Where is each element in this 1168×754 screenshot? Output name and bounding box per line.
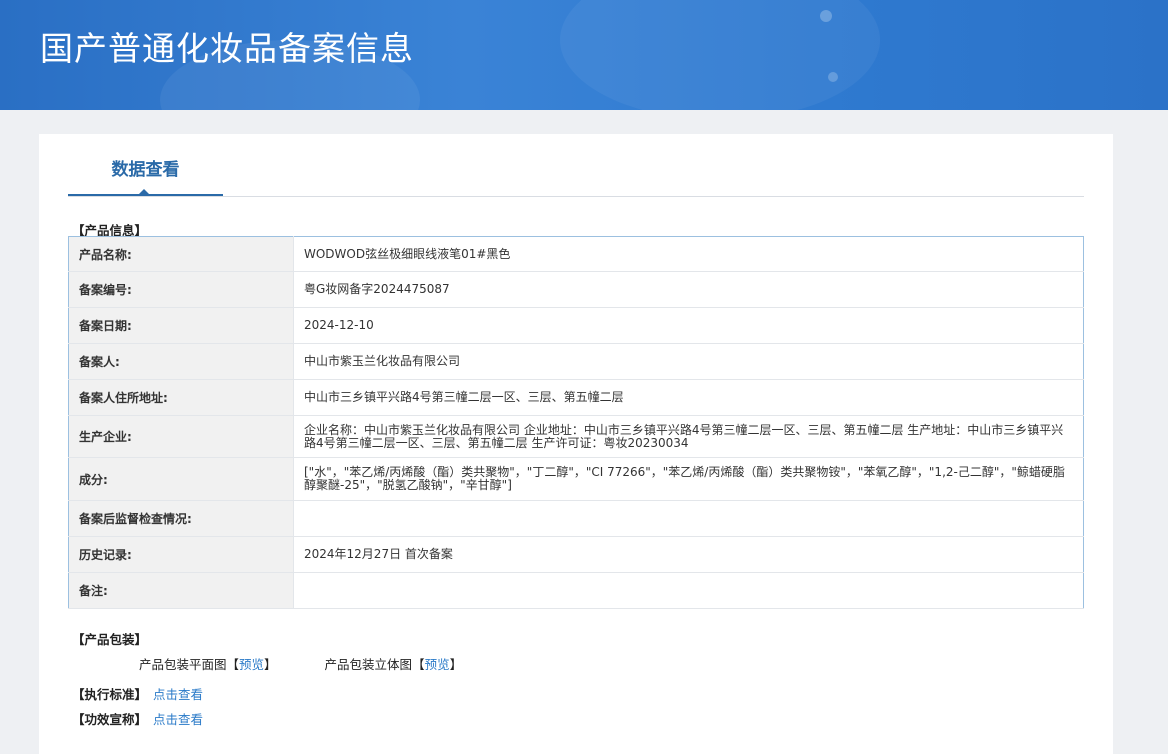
tab-data-view[interactable]: 数据查看 — [68, 134, 223, 196]
table-row: 历史记录: 2024年12月27日 首次备案 — [68, 536, 1084, 573]
efficacy-view-link[interactable]: 点击查看 — [153, 712, 203, 727]
table-row: 备案人: 中山市紫玉兰化妆品有限公司 — [68, 343, 1084, 380]
banner-decoration — [560, 0, 880, 110]
product-info-table: 产品名称: WODWOD弦丝极细眼线液笔01#黑色 备案编号: 粤G妆网备字20… — [68, 236, 1084, 609]
row-key: 备案日期: — [68, 307, 294, 344]
row-value: 粤G妆网备字2024475087 — [293, 271, 1084, 308]
packaging-links: 产品包装平面图【预览】 产品包装立体图【预览】 — [139, 654, 506, 673]
efficacy-row: 【功效宣称】 点击查看 — [72, 709, 203, 728]
row-value: WODWOD弦丝极细眼线液笔01#黑色 — [293, 236, 1084, 272]
bracket-close: 】 — [449, 657, 463, 672]
packaging-solid-label: 产品包装立体图 — [324, 657, 413, 672]
efficacy-label: 【功效宣称】 — [72, 712, 148, 727]
row-key: 生产企业: — [68, 415, 294, 458]
standard-row: 【执行标准】 点击查看 — [72, 684, 203, 703]
row-key: 成分: — [68, 457, 294, 501]
packaging-solid-item: 产品包装立体图【预览】 — [325, 657, 463, 672]
row-key: 产品名称: — [68, 236, 294, 272]
table-row: 成分: ["水"，"苯乙烯/丙烯酸（酯）类共聚物"，"丁二醇"，"CI 7726… — [68, 457, 1084, 501]
row-key: 备案人: — [68, 343, 294, 380]
standard-view-link[interactable]: 点击查看 — [153, 687, 203, 702]
row-value — [293, 500, 1084, 537]
row-key: 备案人住所地址: — [68, 379, 294, 416]
table-row: 备注: — [68, 572, 1084, 609]
row-value — [293, 572, 1084, 609]
packaging-heading: 【产品包装】 — [72, 632, 148, 647]
row-value: 2024-12-10 — [293, 307, 1084, 344]
packaging-flat-label: 产品包装平面图 — [139, 657, 227, 672]
row-key: 备案后监督检查情况: — [68, 500, 294, 537]
packaging-flat-item: 产品包装平面图【预览】 — [139, 657, 281, 672]
tab-data-view-label: 数据查看 — [111, 160, 180, 180]
bracket-open: 【 — [226, 657, 240, 672]
row-key: 备案编号: — [68, 271, 294, 308]
table-row: 生产企业: 企业名称：中山市紫玉兰化妆品有限公司 企业地址：中山市三乡镇平兴路4… — [68, 415, 1084, 458]
row-value: ["水"，"苯乙烯/丙烯酸（酯）类共聚物"，"丁二醇"，"CI 77266"，"… — [293, 457, 1084, 501]
bracket-close: 】 — [264, 657, 277, 672]
header-banner: 国产普通化妆品备案信息 — [0, 0, 1168, 110]
row-value: 2024年12月27日 首次备案 — [293, 536, 1084, 573]
banner-dot — [828, 72, 838, 82]
banner-dot — [820, 10, 832, 22]
standard-label: 【执行标准】 — [72, 687, 148, 702]
row-value: 企业名称：中山市紫玉兰化妆品有限公司 企业地址：中山市三乡镇平兴路4号第三幢二层… — [293, 415, 1084, 458]
content-card: 数据查看 【产品信息】 产品名称: WODWOD弦丝极细眼线液笔01#黑色 备案… — [39, 134, 1113, 754]
bracket-open: 【 — [412, 657, 425, 672]
table-row: 备案人住所地址: 中山市三乡镇平兴路4号第三幢二层一区、三层、第五幢二层 — [68, 379, 1084, 416]
table-row: 备案编号: 粤G妆网备字2024475087 — [68, 271, 1084, 308]
row-key: 备注: — [68, 572, 294, 609]
packaging-solid-preview-link[interactable]: 预览 — [425, 657, 450, 672]
row-value: 中山市三乡镇平兴路4号第三幢二层一区、三层、第五幢二层 — [293, 379, 1084, 416]
packaging-flat-preview-link[interactable]: 预览 — [239, 657, 264, 672]
page-title: 国产普通化妆品备案信息 — [40, 29, 414, 68]
row-key: 历史记录: — [68, 536, 294, 573]
table-row: 产品名称: WODWOD弦丝极细眼线液笔01#黑色 — [68, 236, 1084, 272]
tab-bar: 数据查看 — [68, 134, 1084, 197]
row-value: 中山市紫玉兰化妆品有限公司 — [293, 343, 1084, 380]
tab-caret-icon — [138, 189, 150, 195]
table-row: 备案日期: 2024-12-10 — [68, 307, 1084, 344]
table-row: 备案后监督检查情况: — [68, 500, 1084, 537]
